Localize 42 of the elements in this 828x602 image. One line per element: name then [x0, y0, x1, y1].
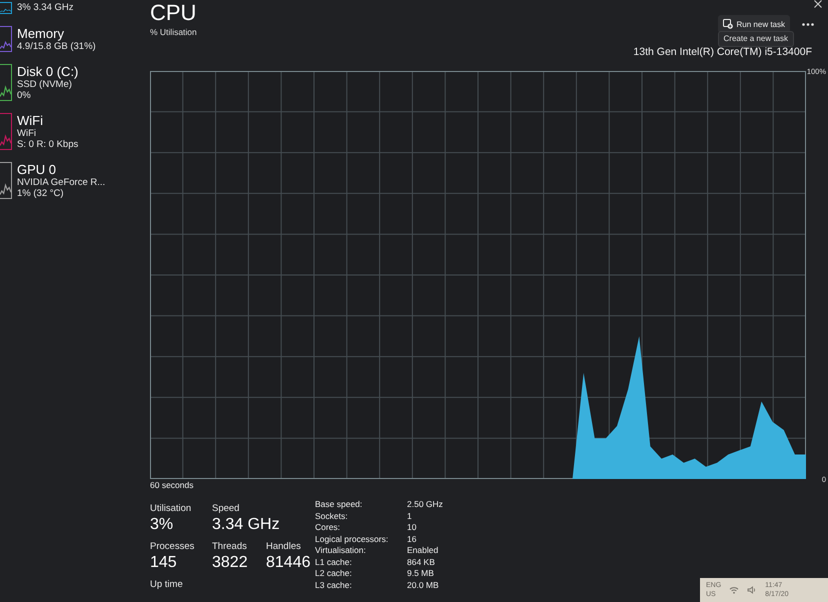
stat-label: Up time [150, 579, 183, 591]
detail-value: 16 [407, 534, 418, 545]
detail-value: 1 [407, 510, 413, 522]
stat-value: 145 [150, 553, 177, 573]
sidebar-item[interactable]: Memory 4.9/15.8 GB (31%) [0, 26, 148, 52]
detail-label: L1 cache: [315, 556, 353, 568]
detail-label: Logical processors: [315, 534, 390, 545]
time-span-label: 60 seconds [150, 479, 194, 491]
page-title: CPU [150, 0, 197, 26]
window-plus-icon [722, 19, 733, 29]
stat-value: 3% [150, 515, 174, 535]
stat-value: 81446 [266, 553, 310, 573]
stat-value: 3822 [212, 553, 248, 573]
axis-title: % Utilisation [150, 26, 197, 38]
detail-label: Cores: [315, 522, 342, 534]
detail-value: 2.50 GHz [407, 499, 443, 510]
close-icon[interactable] [814, 0, 822, 8]
sidebar-item[interactable]: GPU 0 NVIDIA GeForce R... 1% (32 °C) [0, 162, 148, 199]
stat-label: Speed [212, 503, 240, 515]
detail-value: Enabled [407, 545, 440, 556]
detail-label: Base speed: [315, 499, 364, 510]
tooltip: Create a new task [718, 31, 794, 47]
stat-label: Utilisation [150, 503, 192, 515]
detail-value: 9.5 MB [407, 568, 435, 580]
detail-value: 10 [407, 522, 418, 534]
stat-value: 3.34 GHz [212, 515, 280, 535]
sidebar-item[interactable]: Disk 0 (C:) SSD (NVMe) 0% [0, 64, 148, 101]
sidebar-item[interactable]: 3% 3.34 GHz [0, 2, 148, 14]
stat-label: Processes [150, 541, 194, 553]
detail-label: Sockets: [315, 510, 349, 522]
detail-label: L3 cache: [315, 580, 353, 591]
sidebar-item[interactable]: WiFi WiFi S: 0 R: 0 Kbps [0, 113, 148, 150]
detail-label: L2 cache: [315, 568, 353, 580]
detail-value: 864 KB [407, 556, 436, 568]
detail-label: Virtualisation: [315, 545, 367, 556]
speaker-icon[interactable] [747, 586, 758, 594]
more-icon[interactable] [802, 22, 814, 26]
stat-label: Handles [266, 541, 301, 553]
detail-value: 20.0 MB [407, 580, 440, 591]
processor-name: 13th Gen Intel(R) Core(TM) i5-13400F [633, 46, 812, 59]
wifi-icon[interactable] [729, 586, 740, 594]
stat-label: Threads [212, 541, 247, 553]
